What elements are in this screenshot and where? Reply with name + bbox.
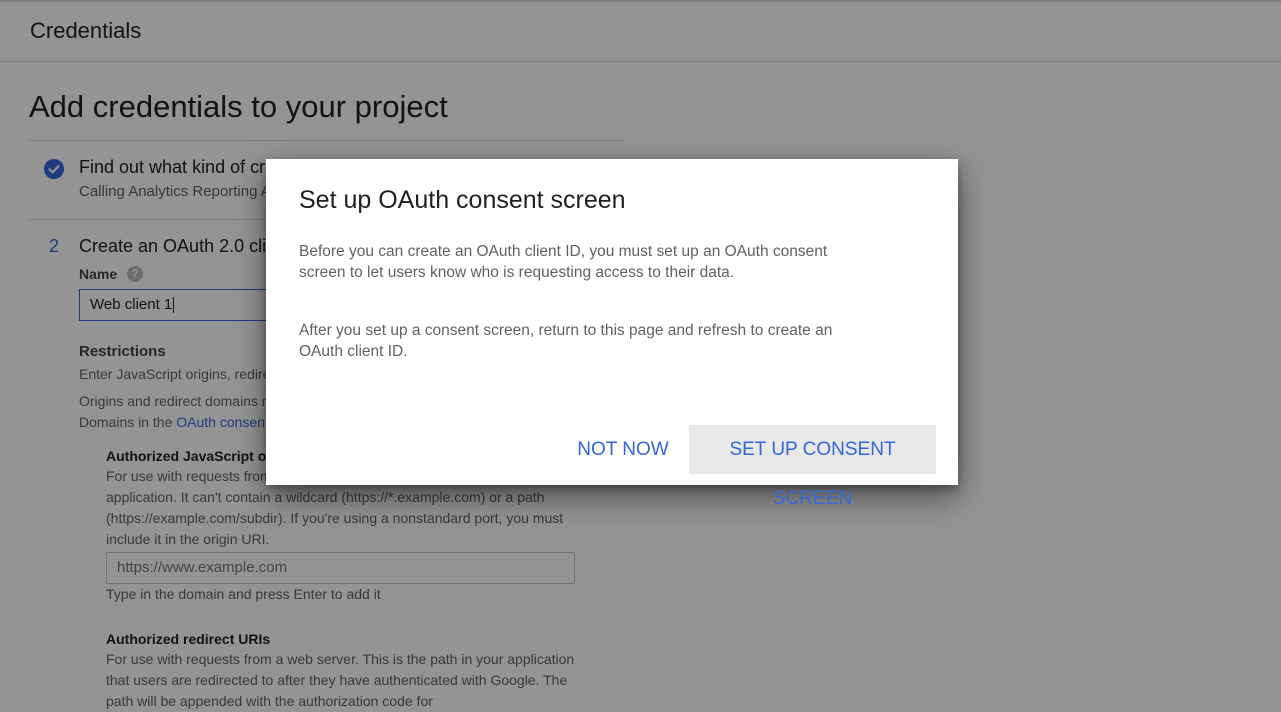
dialog-paragraph-2: After you set up a consent screen, retur…	[299, 322, 833, 360]
dialog-paragraph-1: Before you can create an OAuth client ID…	[299, 243, 828, 281]
not-now-button[interactable]: NOT NOW	[572, 425, 674, 474]
set-up-consent-screen-button[interactable]: SET UP CONSENT SCREEN	[689, 425, 936, 509]
oauth-consent-dialog: Set up OAuth consent screen Before you c…	[266, 159, 958, 509]
dialog-title: Set up OAuth consent screen	[299, 186, 626, 214]
